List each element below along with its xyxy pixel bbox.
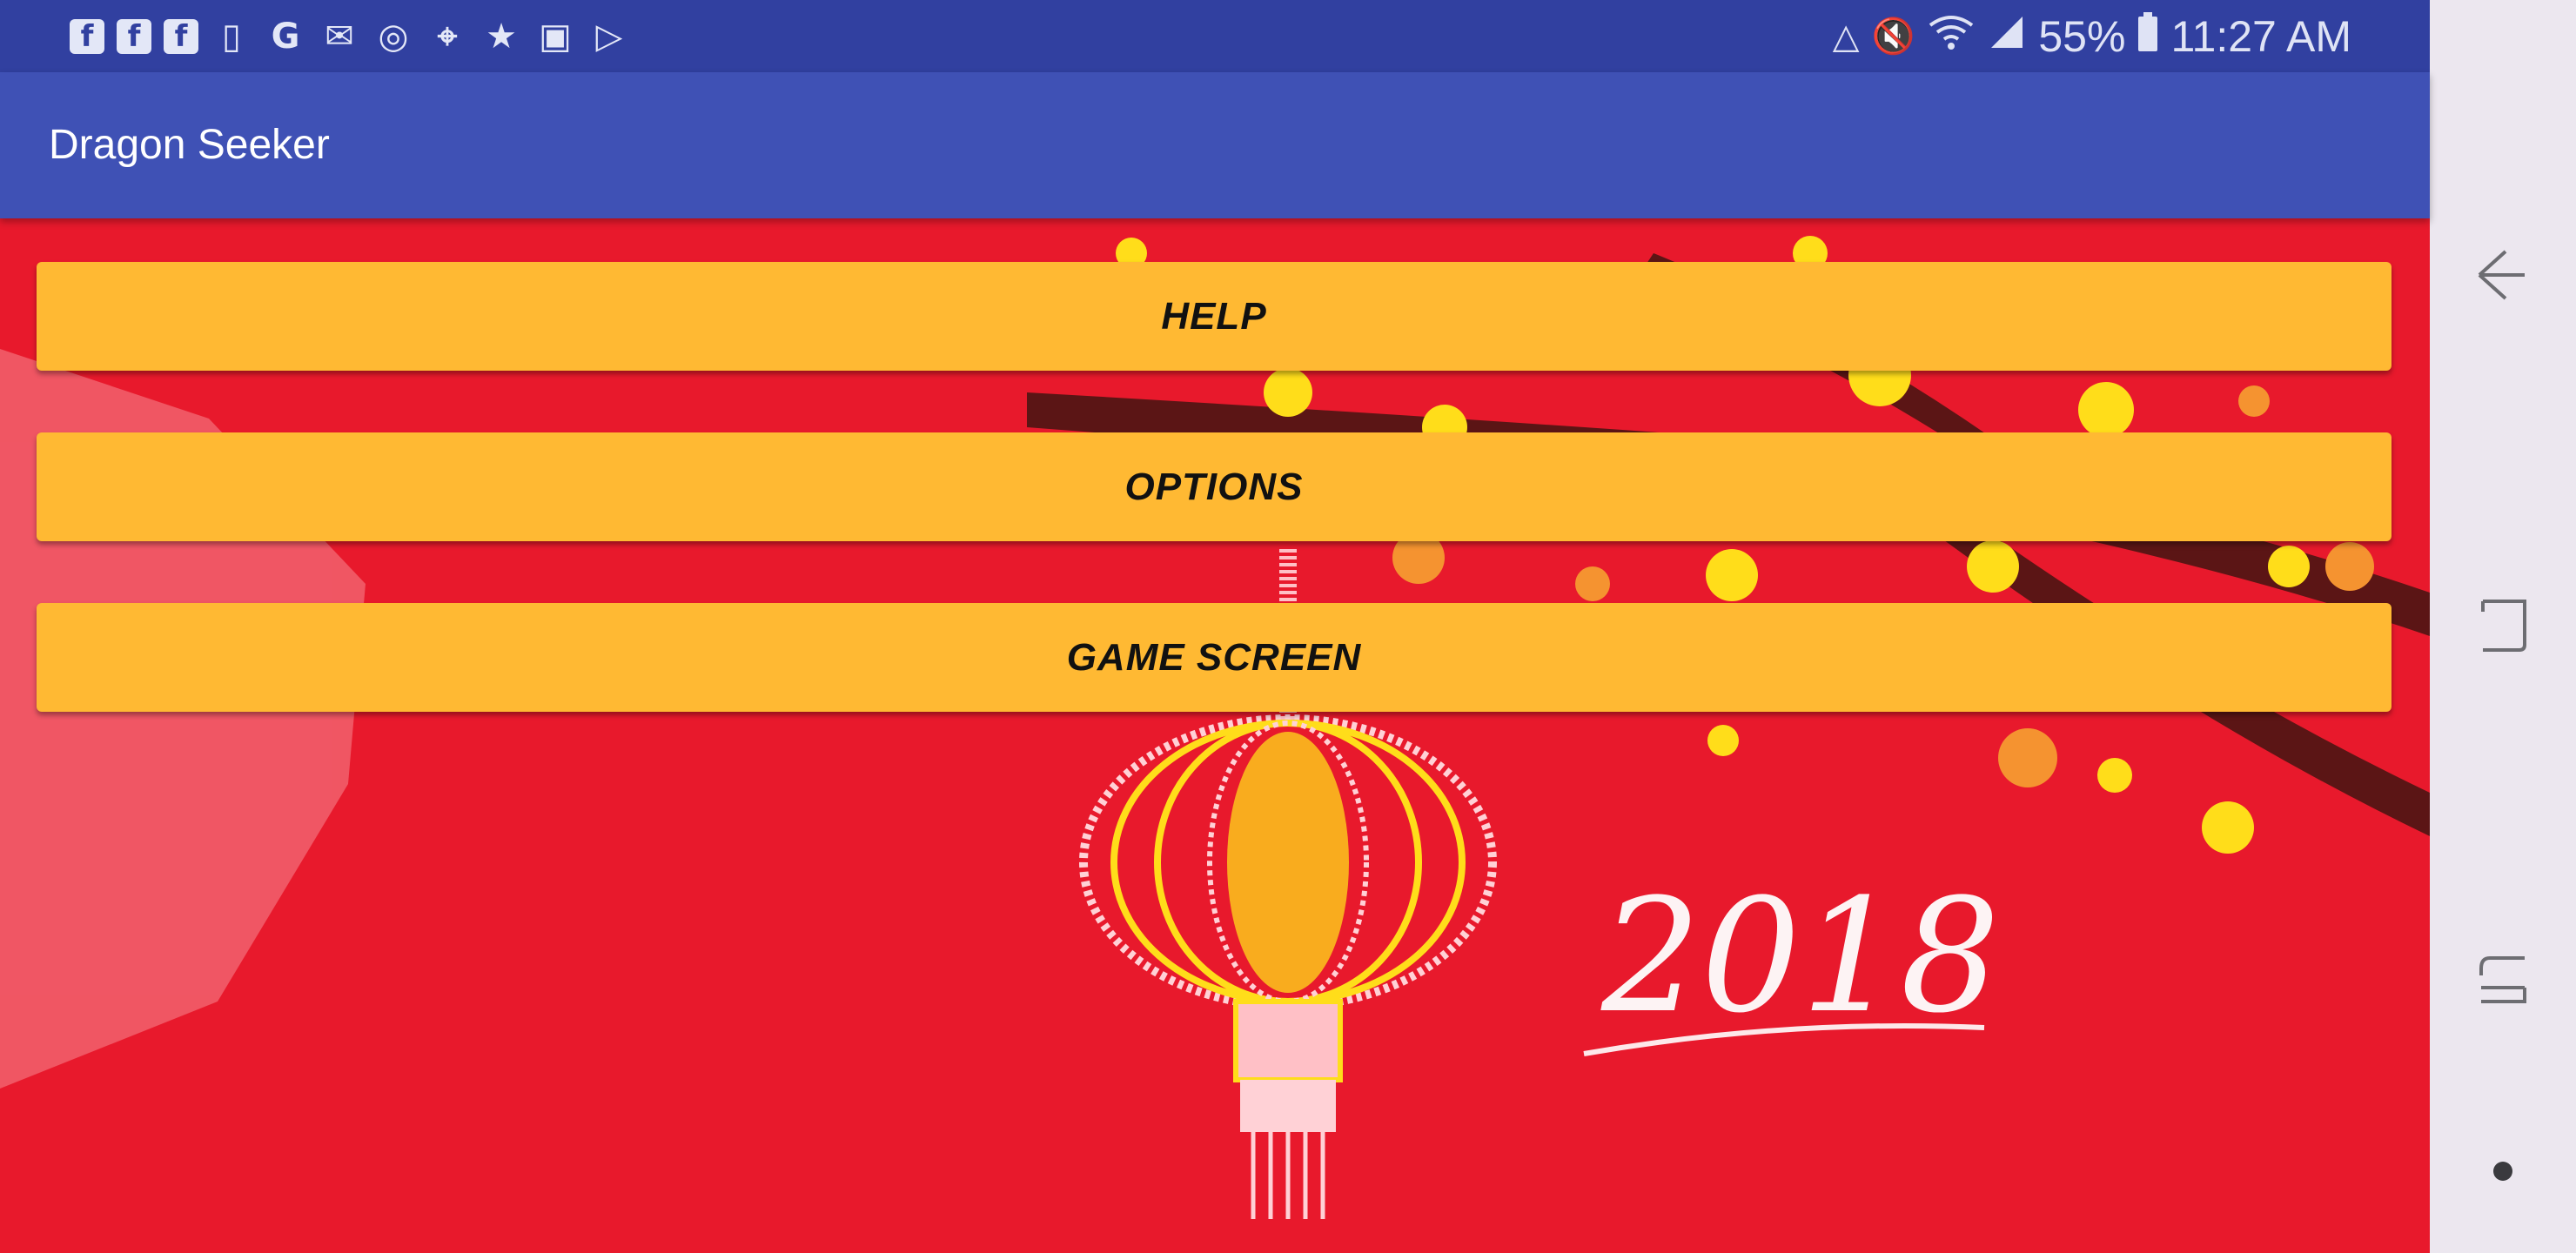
facebook-icon: f [70, 18, 104, 54]
maps-icon: ⌖ [437, 16, 458, 57]
battery-percent: 55% [2038, 11, 2126, 61]
back-icon [2478, 250, 2525, 300]
notification-icons: f f f ▯ G ✉ ◎ ⌖ ★ ▣ ▷ [70, 0, 630, 72]
lunar-new-year-background: 2018 [0, 236, 2430, 1219]
facebook-icon: f [164, 18, 198, 54]
home-icon [2479, 956, 2526, 1003]
system-status: △ 🔇 55% 11:27 AM [1833, 0, 2351, 72]
wifi-icon [1927, 13, 1976, 60]
play-store-icon: ▷ [595, 16, 623, 57]
recents-button[interactable] [2430, 553, 2576, 700]
recents-icon [2481, 600, 2526, 652]
help-button[interactable]: HELP [37, 262, 2392, 371]
gallery-icon: ▣ [539, 16, 572, 57]
back-button[interactable] [2430, 202, 2576, 348]
phone-screen: f f f ▯ G ✉ ◎ ⌖ ★ ▣ ▷ △ 🔇 55% 11:27 AM D… [0, 0, 2576, 1253]
assistant-dot-button[interactable] [2430, 1098, 2576, 1244]
google-icon: G [271, 16, 300, 57]
app-bar: Dragon Seeker [0, 72, 2430, 218]
clock: 11:27 AM [2170, 11, 2351, 61]
game-screen-button[interactable]: GAME SCREEN [37, 603, 2392, 712]
main-content: 2018 HELP OPTIONS GAME SCREEN [0, 218, 2430, 1253]
facebook-icon: f [117, 18, 151, 54]
gmail-icon: ✉ [325, 16, 354, 57]
year-2018-artwork: 2018 [1600, 866, 2000, 1048]
navigation-bar [2430, 0, 2576, 1253]
battery-icon [2137, 11, 2158, 61]
dot-icon [2493, 1162, 2512, 1181]
signal-icon [1988, 13, 2026, 60]
mute-icon: 🔇 [1871, 17, 1915, 57]
star-icon: ★ [486, 16, 517, 57]
data-saver-icon: △ [1832, 16, 1860, 57]
app-title: Dragon Seeker [49, 122, 330, 168]
app-icon: ▯ [221, 16, 241, 57]
options-button[interactable]: OPTIONS [37, 432, 2392, 541]
status-bar: f f f ▯ G ✉ ◎ ⌖ ★ ▣ ▷ △ 🔇 55% 11:27 AM [0, 0, 2430, 72]
home-button[interactable] [2430, 907, 2576, 1053]
chrome-icon: ◎ [378, 16, 409, 57]
